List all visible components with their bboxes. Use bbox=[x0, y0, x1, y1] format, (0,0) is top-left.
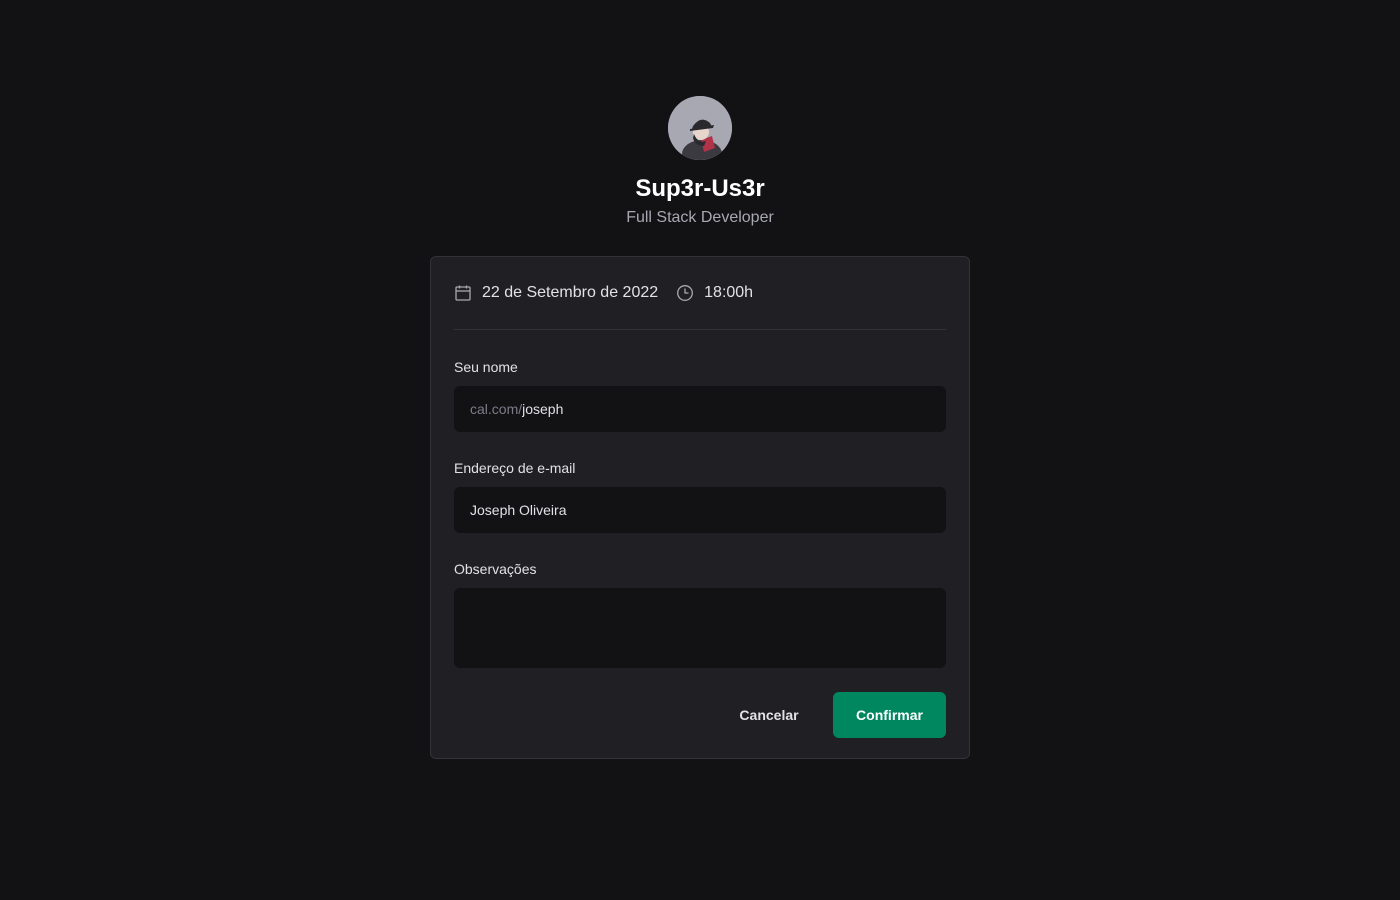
email-input-box[interactable] bbox=[454, 487, 946, 533]
name-input[interactable] bbox=[522, 401, 930, 417]
schedule-date-text: 22 de Setembro de 2022 bbox=[482, 284, 659, 301]
schedule-date: 22 de Setembro de 2022 bbox=[454, 284, 658, 302]
avatar bbox=[668, 96, 732, 160]
name-field-label: Seu nome bbox=[454, 359, 518, 375]
user-role: Full Stack Developer bbox=[626, 209, 774, 226]
notes-field-label: Observações bbox=[454, 561, 537, 577]
profile-header: Sup3r-Us3r Full Stack Developer bbox=[0, 96, 1400, 230]
form-actions: Cancelar Confirmar bbox=[454, 692, 946, 738]
booking-page: Sup3r-Us3r Full Stack Developer 22 de Se… bbox=[0, 0, 1400, 900]
email-field-label: Endereço de e-mail bbox=[454, 460, 576, 476]
calendar-icon bbox=[454, 284, 472, 302]
confirm-button[interactable]: Confirmar bbox=[833, 692, 946, 738]
user-name: Sup3r-Us3r bbox=[635, 175, 765, 202]
notes-textarea[interactable] bbox=[454, 588, 946, 668]
schedule-time-text: 18:00h bbox=[704, 284, 754, 301]
schedule-summary: 22 de Setembro de 2022 18:00h bbox=[454, 281, 946, 305]
name-field: Seu nome cal.com/ bbox=[454, 357, 946, 432]
clock-icon bbox=[676, 284, 694, 302]
email-input[interactable] bbox=[470, 502, 930, 518]
user-avatar-icon bbox=[668, 96, 732, 160]
email-field: Endereço de e-mail bbox=[454, 458, 946, 533]
booking-form-card: 22 de Setembro de 2022 18:00h Seu nome c… bbox=[430, 256, 970, 759]
divider bbox=[454, 329, 946, 330]
name-input-box[interactable]: cal.com/ bbox=[454, 386, 946, 432]
cancel-button[interactable]: Cancelar bbox=[713, 692, 825, 738]
name-input-prefix: cal.com/ bbox=[470, 401, 523, 417]
schedule-time: 18:00h bbox=[676, 284, 753, 302]
notes-field: Observações bbox=[454, 559, 946, 668]
